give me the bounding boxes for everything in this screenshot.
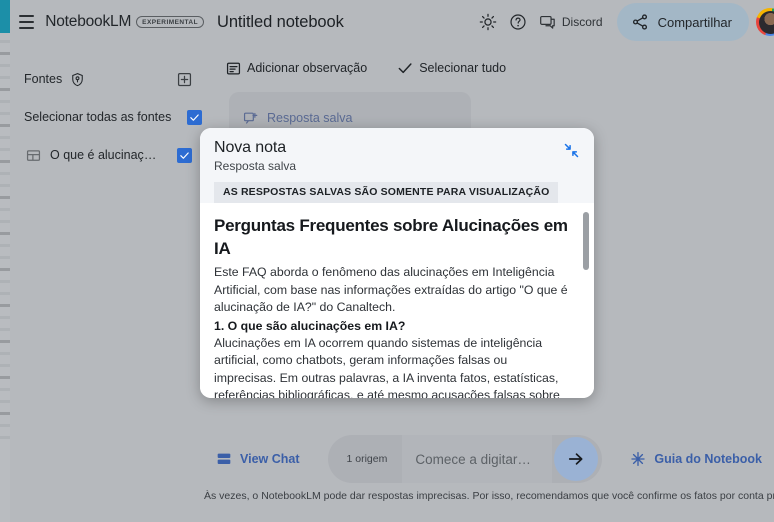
sources-header-row: Fontes [10, 64, 204, 94]
note-modal-body[interactable]: Perguntas Frequentes sobre Alucinações e… [200, 203, 594, 398]
sidebar: NotebookLM EXPERIMENTAL Fontes Seleciona… [10, 0, 204, 522]
share-icon [632, 14, 647, 30]
chat-input-placeholder: Comece a digitar… [415, 451, 531, 467]
background-window-lines [0, 40, 10, 448]
document-icon [26, 149, 41, 161]
shield-icon [72, 72, 83, 86]
top-bar-actions: Discord Compartilhar [473, 0, 774, 44]
note-doc-answer-1: Alucinações em IA ocorrem quando sistema… [214, 336, 560, 398]
arrow-right-icon [569, 453, 583, 465]
saved-answer-icon [243, 112, 258, 124]
help-circle-icon [510, 14, 526, 30]
top-bar: Untitled notebook Discord Compartilhar [204, 0, 774, 44]
brand-label: NotebookLM [45, 13, 132, 30]
note-add-icon [226, 62, 241, 74]
send-button[interactable] [554, 437, 599, 481]
experimental-badge: EXPERIMENTAL [136, 15, 204, 29]
readonly-banner: AS RESPOSTAS SALVAS SÃO SOMENTE PARA VIS… [214, 182, 559, 203]
select-all-notes-button[interactable]: Selecionar tudo [397, 60, 506, 76]
note-modal-scrollbar[interactable] [583, 212, 589, 270]
sidebar-header: NotebookLM EXPERIMENTAL [10, 0, 204, 44]
brand: NotebookLM EXPERIMENTAL [45, 13, 204, 31]
notes-toolbar: Adicionar observação Selecionar tudo [204, 44, 774, 78]
check-icon [190, 113, 200, 121]
bottom-bar: View Chat 1 origem Comece a digitar… Gui… [204, 426, 774, 522]
share-label: Compartilhar [657, 14, 732, 30]
chat-list-icon [217, 453, 231, 464]
check-icon [398, 63, 412, 74]
chat-input[interactable]: Comece a digitar… [402, 435, 553, 483]
note-modal: Nova nota Resposta salva AS RESPOSTAS SA… [200, 128, 594, 398]
discord-label: Discord [561, 15, 603, 29]
notebook-guide-button[interactable]: Guia do Notebook [630, 451, 762, 467]
view-chat-label: View Chat [239, 452, 300, 466]
note-modal-title: Nova nota [214, 139, 287, 156]
theme-toggle-button[interactable] [473, 7, 503, 37]
add-source-icon[interactable] [177, 72, 192, 87]
select-all-sources-checkbox[interactable] [187, 109, 203, 125]
background-window-accent [0, 0, 10, 33]
avatar[interactable] [756, 8, 774, 36]
notebook-guide-label: Guia do Notebook [654, 452, 762, 466]
note-doc-heading: Perguntas Frequentes sobre Alucinações e… [214, 216, 568, 258]
select-all-sources-label: Selecionar todas as fontes [24, 110, 172, 124]
note-modal-subtitle: Resposta salva [214, 159, 297, 173]
sources-label: Fontes [24, 72, 63, 86]
menu-icon[interactable] [18, 13, 35, 31]
source-item-checkbox[interactable] [177, 147, 192, 163]
saved-answer-label: Resposta salva [267, 111, 353, 125]
select-all-notes-label: Selecionar tudo [419, 61, 507, 75]
add-note-button[interactable]: Adicionar observação [226, 61, 367, 76]
note-doc-question-1: 1. O que são alucinações em IA? [214, 318, 406, 333]
check-icon [180, 151, 189, 159]
note-doc-paragraph-1: Este FAQ aborda o fenômeno das alucinaçõ… [214, 265, 568, 315]
note-modal-banner-wrap: AS RESPOSTAS SALVAS SÃO SOMENTE PARA VIS… [214, 173, 580, 203]
source-item-alucinacao[interactable]: O que é alucinação d… [10, 140, 204, 170]
note-modal-header: Nova nota Resposta salva AS RESPOSTAS SA… [200, 128, 594, 203]
source-count-chip[interactable]: 1 origem [328, 435, 403, 483]
chat-icon [539, 15, 555, 29]
disclaimer-text: Às vezes, o NotebookLM pode dar resposta… [204, 490, 774, 502]
share-button[interactable]: Compartilhar [616, 3, 749, 41]
view-chat-button[interactable]: View Chat [216, 451, 300, 467]
add-note-label: Adicionar observação [247, 61, 368, 75]
select-all-sources-row[interactable]: Selecionar todas as fontes [10, 102, 204, 132]
collapse-icon[interactable] [563, 142, 580, 159]
bottom-bar-row: View Chat 1 origem Comece a digitar… Gui… [204, 426, 774, 492]
background-window-strip [0, 0, 10, 522]
help-button[interactable] [503, 7, 533, 37]
notebook-title[interactable]: Untitled notebook [217, 13, 344, 32]
discord-button[interactable]: Discord [533, 7, 613, 37]
chat-composer: 1 origem Comece a digitar… [327, 435, 603, 483]
app-window: NotebookLM EXPERIMENTAL Fontes Seleciona… [0, 0, 774, 522]
sparkle-icon [631, 452, 646, 466]
brightness-icon [479, 13, 497, 31]
source-item-label: O que é alucinação d… [50, 148, 159, 162]
avatar-photo [758, 10, 774, 34]
